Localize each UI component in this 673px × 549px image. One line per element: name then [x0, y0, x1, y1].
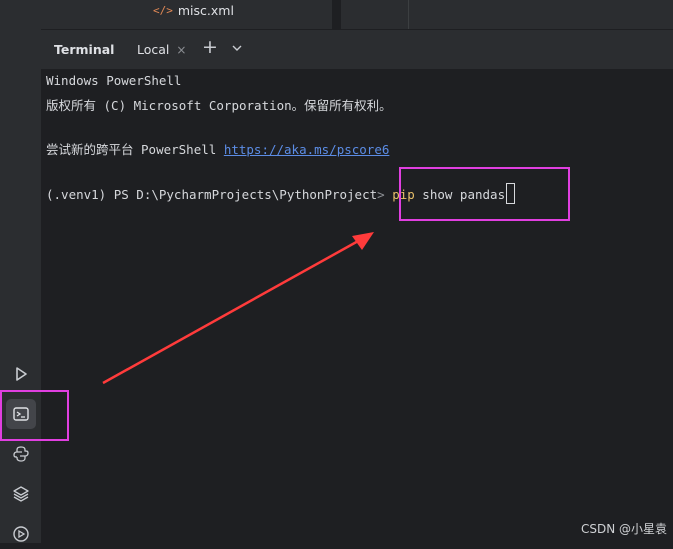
- watermark: CSDN @小星袁: [580, 522, 667, 536]
- annotation-arrow: [102, 232, 374, 385]
